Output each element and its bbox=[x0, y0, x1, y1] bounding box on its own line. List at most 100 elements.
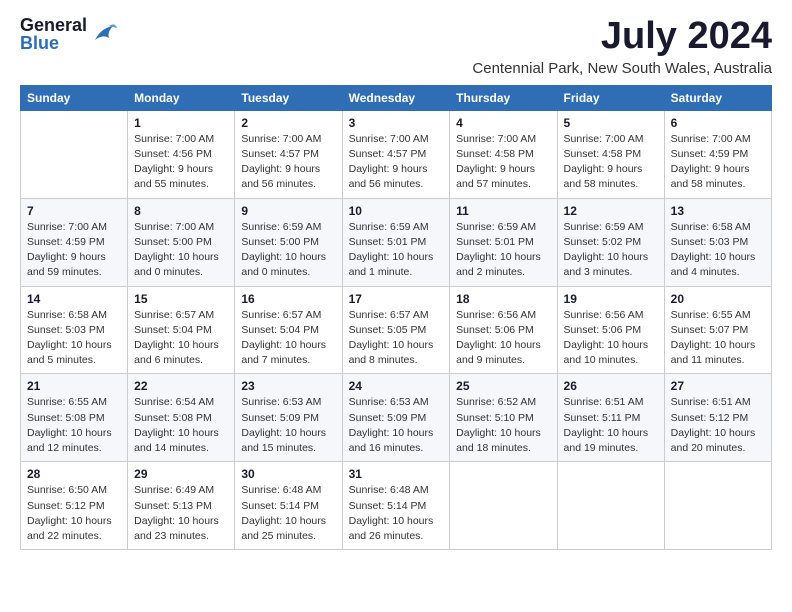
table-cell: 8 Sunrise: 7:00 AMSunset: 5:00 PMDayligh… bbox=[128, 198, 235, 286]
table-cell: 25 Sunrise: 6:52 AMSunset: 5:10 PMDaylig… bbox=[450, 374, 557, 462]
table-cell: 21 Sunrise: 6:55 AMSunset: 5:08 PMDaylig… bbox=[21, 374, 128, 462]
day-info: Sunrise: 6:55 AMSunset: 5:08 PMDaylight:… bbox=[27, 395, 121, 456]
header-tuesday: Tuesday bbox=[235, 85, 342, 110]
day-number: 26 bbox=[564, 379, 658, 393]
day-info: Sunrise: 6:51 AMSunset: 5:12 PMDaylight:… bbox=[671, 395, 765, 456]
day-number: 4 bbox=[456, 116, 550, 130]
table-cell: 18 Sunrise: 6:56 AMSunset: 5:06 PMDaylig… bbox=[450, 286, 557, 374]
day-info: Sunrise: 6:51 AMSunset: 5:11 PMDaylight:… bbox=[564, 395, 658, 456]
day-info: Sunrise: 6:56 AMSunset: 5:06 PMDaylight:… bbox=[564, 308, 658, 369]
day-info: Sunrise: 6:53 AMSunset: 5:09 PMDaylight:… bbox=[349, 395, 444, 456]
day-info: Sunrise: 7:00 AMSunset: 4:57 PMDaylight:… bbox=[349, 132, 444, 193]
day-info: Sunrise: 6:48 AMSunset: 5:14 PMDaylight:… bbox=[241, 483, 335, 544]
day-number: 2 bbox=[241, 116, 335, 130]
day-number: 18 bbox=[456, 292, 550, 306]
table-cell: 23 Sunrise: 6:53 AMSunset: 5:09 PMDaylig… bbox=[235, 374, 342, 462]
table-cell: 5 Sunrise: 7:00 AMSunset: 4:58 PMDayligh… bbox=[557, 110, 664, 198]
day-number: 30 bbox=[241, 467, 335, 481]
day-info: Sunrise: 6:57 AMSunset: 5:05 PMDaylight:… bbox=[349, 308, 444, 369]
table-cell: 15 Sunrise: 6:57 AMSunset: 5:04 PMDaylig… bbox=[128, 286, 235, 374]
day-number: 17 bbox=[349, 292, 444, 306]
day-number: 16 bbox=[241, 292, 335, 306]
day-number: 5 bbox=[564, 116, 658, 130]
logo-blue: Blue bbox=[20, 34, 87, 52]
table-cell: 24 Sunrise: 6:53 AMSunset: 5:09 PMDaylig… bbox=[342, 374, 450, 462]
header-monday: Monday bbox=[128, 85, 235, 110]
table-cell: 20 Sunrise: 6:55 AMSunset: 5:07 PMDaylig… bbox=[664, 286, 771, 374]
header: General Blue July 2024 Centennial Park, … bbox=[20, 16, 772, 77]
day-info: Sunrise: 7:00 AMSunset: 4:57 PMDaylight:… bbox=[241, 132, 335, 193]
day-info: Sunrise: 6:59 AMSunset: 5:01 PMDaylight:… bbox=[456, 220, 550, 281]
day-number: 23 bbox=[241, 379, 335, 393]
table-cell: 27 Sunrise: 6:51 AMSunset: 5:12 PMDaylig… bbox=[664, 374, 771, 462]
table-cell: 31 Sunrise: 6:48 AMSunset: 5:14 PMDaylig… bbox=[342, 462, 450, 550]
day-info: Sunrise: 7:00 AMSunset: 4:59 PMDaylight:… bbox=[27, 220, 121, 281]
table-cell: 28 Sunrise: 6:50 AMSunset: 5:12 PMDaylig… bbox=[21, 462, 128, 550]
table-cell: 10 Sunrise: 6:59 AMSunset: 5:01 PMDaylig… bbox=[342, 198, 450, 286]
table-cell: 30 Sunrise: 6:48 AMSunset: 5:14 PMDaylig… bbox=[235, 462, 342, 550]
day-number: 14 bbox=[27, 292, 121, 306]
day-info: Sunrise: 6:57 AMSunset: 5:04 PMDaylight:… bbox=[241, 308, 335, 369]
logo-text: General Blue bbox=[20, 16, 87, 52]
week-row-2: 7 Sunrise: 7:00 AMSunset: 4:59 PMDayligh… bbox=[21, 198, 772, 286]
table-cell: 7 Sunrise: 7:00 AMSunset: 4:59 PMDayligh… bbox=[21, 198, 128, 286]
table-cell: 9 Sunrise: 6:59 AMSunset: 5:00 PMDayligh… bbox=[235, 198, 342, 286]
day-info: Sunrise: 7:00 AMSunset: 4:56 PMDaylight:… bbox=[134, 132, 228, 193]
table-cell: 1 Sunrise: 7:00 AMSunset: 4:56 PMDayligh… bbox=[128, 110, 235, 198]
table-cell: 13 Sunrise: 6:58 AMSunset: 5:03 PMDaylig… bbox=[664, 198, 771, 286]
table-cell: 26 Sunrise: 6:51 AMSunset: 5:11 PMDaylig… bbox=[557, 374, 664, 462]
day-info: Sunrise: 6:57 AMSunset: 5:04 PMDaylight:… bbox=[134, 308, 228, 369]
day-number: 1 bbox=[134, 116, 228, 130]
day-info: Sunrise: 6:59 AMSunset: 5:02 PMDaylight:… bbox=[564, 220, 658, 281]
day-info: Sunrise: 6:52 AMSunset: 5:10 PMDaylight:… bbox=[456, 395, 550, 456]
day-number: 31 bbox=[349, 467, 444, 481]
table-cell: 17 Sunrise: 6:57 AMSunset: 5:05 PMDaylig… bbox=[342, 286, 450, 374]
day-number: 21 bbox=[27, 379, 121, 393]
table-cell bbox=[450, 462, 557, 550]
day-number: 15 bbox=[134, 292, 228, 306]
week-row-5: 28 Sunrise: 6:50 AMSunset: 5:12 PMDaylig… bbox=[21, 462, 772, 550]
week-row-4: 21 Sunrise: 6:55 AMSunset: 5:08 PMDaylig… bbox=[21, 374, 772, 462]
day-number: 8 bbox=[134, 204, 228, 218]
day-info: Sunrise: 6:58 AMSunset: 5:03 PMDaylight:… bbox=[671, 220, 765, 281]
main-title: July 2024 bbox=[472, 16, 772, 58]
logo-area: General Blue bbox=[20, 16, 119, 52]
subtitle: Centennial Park, New South Wales, Austra… bbox=[472, 60, 772, 77]
page-container: General Blue July 2024 Centennial Park, … bbox=[20, 16, 772, 550]
day-number: 20 bbox=[671, 292, 765, 306]
header-friday: Friday bbox=[557, 85, 664, 110]
table-cell: 12 Sunrise: 6:59 AMSunset: 5:02 PMDaylig… bbox=[557, 198, 664, 286]
day-info: Sunrise: 6:59 AMSunset: 5:00 PMDaylight:… bbox=[241, 220, 335, 281]
day-info: Sunrise: 6:58 AMSunset: 5:03 PMDaylight:… bbox=[27, 308, 121, 369]
day-number: 22 bbox=[134, 379, 228, 393]
day-info: Sunrise: 7:00 AMSunset: 4:58 PMDaylight:… bbox=[564, 132, 658, 193]
day-info: Sunrise: 6:53 AMSunset: 5:09 PMDaylight:… bbox=[241, 395, 335, 456]
logo-general: General bbox=[20, 16, 87, 34]
day-info: Sunrise: 6:54 AMSunset: 5:08 PMDaylight:… bbox=[134, 395, 228, 456]
table-cell: 6 Sunrise: 7:00 AMSunset: 4:59 PMDayligh… bbox=[664, 110, 771, 198]
day-info: Sunrise: 6:48 AMSunset: 5:14 PMDaylight:… bbox=[349, 483, 444, 544]
day-number: 27 bbox=[671, 379, 765, 393]
day-number: 9 bbox=[241, 204, 335, 218]
day-info: Sunrise: 6:56 AMSunset: 5:06 PMDaylight:… bbox=[456, 308, 550, 369]
day-number: 13 bbox=[671, 204, 765, 218]
calendar-table: Sunday Monday Tuesday Wednesday Thursday… bbox=[20, 85, 772, 550]
table-cell bbox=[557, 462, 664, 550]
table-cell bbox=[664, 462, 771, 550]
day-info: Sunrise: 6:59 AMSunset: 5:01 PMDaylight:… bbox=[349, 220, 444, 281]
day-number: 12 bbox=[564, 204, 658, 218]
day-info: Sunrise: 6:55 AMSunset: 5:07 PMDaylight:… bbox=[671, 308, 765, 369]
day-number: 6 bbox=[671, 116, 765, 130]
day-number: 25 bbox=[456, 379, 550, 393]
day-info: Sunrise: 7:00 AMSunset: 4:58 PMDaylight:… bbox=[456, 132, 550, 193]
table-cell: 19 Sunrise: 6:56 AMSunset: 5:06 PMDaylig… bbox=[557, 286, 664, 374]
day-number: 29 bbox=[134, 467, 228, 481]
title-area: July 2024 Centennial Park, New South Wal… bbox=[472, 16, 772, 77]
day-number: 28 bbox=[27, 467, 121, 481]
day-number: 10 bbox=[349, 204, 444, 218]
day-number: 11 bbox=[456, 204, 550, 218]
day-number: 24 bbox=[349, 379, 444, 393]
logo-icon bbox=[87, 20, 119, 48]
week-row-3: 14 Sunrise: 6:58 AMSunset: 5:03 PMDaylig… bbox=[21, 286, 772, 374]
table-cell bbox=[21, 110, 128, 198]
